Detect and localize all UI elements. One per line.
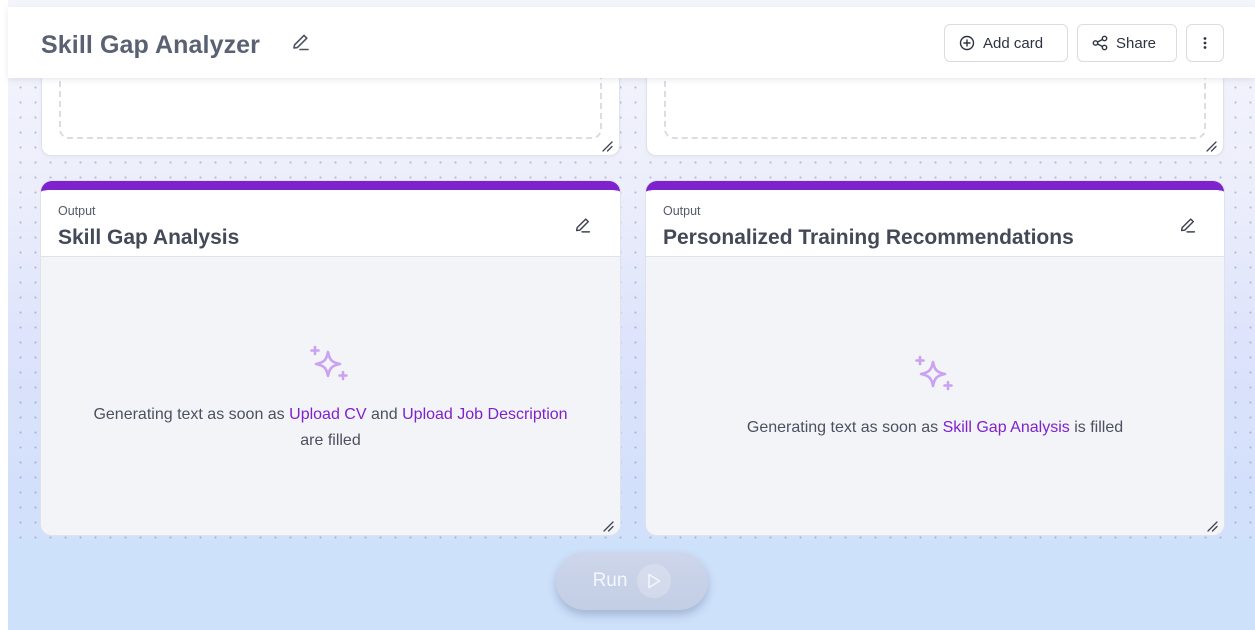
output-card-header: Output Skill Gap Analysis (41, 190, 620, 257)
share-button[interactable]: Share (1077, 24, 1177, 62)
resize-handle-icon[interactable] (1207, 519, 1218, 532)
more-vertical-icon (1202, 35, 1208, 51)
dependency-link-upload-job-description[interactable]: Upload Job Description (402, 406, 567, 423)
output-card-title: Personalized Training Recommendations (663, 226, 1074, 249)
app-header: Skill Gap Analyzer Add card Share (8, 7, 1255, 78)
sparkle-icon (911, 352, 959, 400)
run-button[interactable]: Run (556, 552, 708, 610)
output-card-skill-gap-analysis: Output Skill Gap Analysis Generating tex… (41, 181, 620, 535)
output-card-header: Output Personalized Training Recommendat… (646, 190, 1224, 257)
output-card-personalized-training: Output Personalized Training Recommendat… (646, 181, 1224, 535)
share-label: Share (1116, 34, 1157, 52)
resize-handle-icon[interactable] (1206, 139, 1217, 152)
dependency-link-skill-gap-analysis[interactable]: Skill Gap Analysis (943, 419, 1070, 436)
generating-status-text: Generating text as soon as Upload CV and… (93, 406, 568, 449)
dependency-link-upload-cv[interactable]: Upload CV (289, 406, 366, 423)
output-card-kicker: Output (663, 204, 701, 218)
pencil-icon[interactable] (573, 216, 593, 236)
output-card-kicker: Output (58, 204, 96, 218)
play-icon (637, 564, 672, 598)
generating-status-text: Generating text as soon as Skill Gap Ana… (746, 419, 1124, 436)
more-options-button[interactable] (1186, 24, 1224, 62)
sparkle-icon (306, 342, 354, 390)
output-card-body: Generating text as soon as Skill Gap Ana… (646, 257, 1224, 535)
share-icon (1092, 35, 1108, 51)
output-card-body: Generating text as soon as Upload CV and… (41, 257, 620, 535)
plus-circle-icon (959, 35, 975, 51)
add-card-label: Add card (983, 34, 1044, 52)
resize-handle-icon[interactable] (603, 519, 614, 532)
pencil-icon[interactable] (290, 32, 312, 54)
app-title: Skill Gap Analyzer (41, 31, 261, 59)
pencil-icon[interactable] (1178, 216, 1198, 236)
add-card-button[interactable]: Add card (944, 24, 1068, 62)
run-button-label: Run (592, 570, 628, 591)
resize-handle-icon[interactable] (602, 139, 613, 152)
output-card-title: Skill Gap Analysis (58, 226, 240, 249)
